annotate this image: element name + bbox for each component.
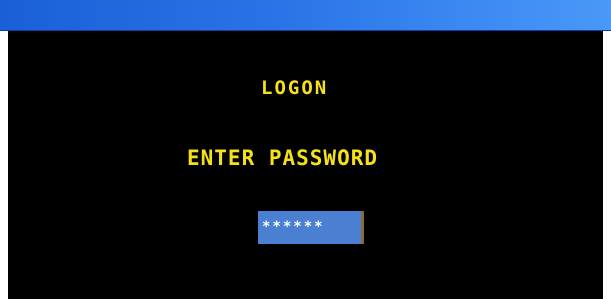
logon-title: LOGON <box>261 77 329 99</box>
window-titlebar[interactable] <box>0 0 611 31</box>
password-prompt: ENTER PASSWORD <box>187 146 379 170</box>
terminal-screen: LOGON ENTER PASSWORD <box>8 31 603 299</box>
text-cursor <box>361 211 364 244</box>
window-right-border <box>603 31 611 299</box>
password-input[interactable] <box>258 211 361 244</box>
terminal-window: LOGON ENTER PASSWORD <box>0 0 611 299</box>
window-left-border <box>0 31 8 299</box>
